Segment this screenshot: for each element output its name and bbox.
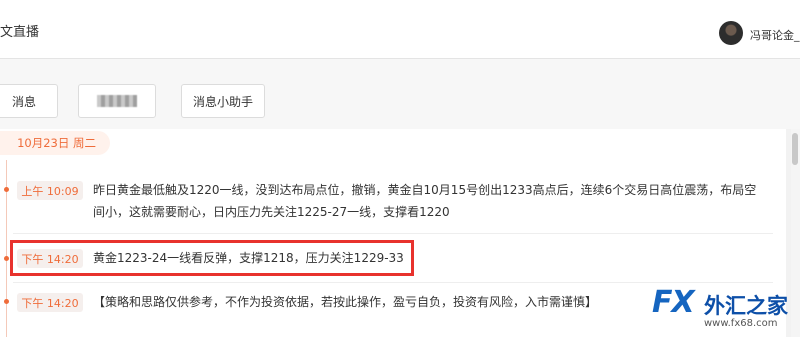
- tab-message-assistant[interactable]: 消息小助手: [181, 84, 265, 118]
- highlight-box: [10, 240, 414, 276]
- username-link[interactable]: 冯哥论金_: [750, 27, 800, 43]
- feed-message: 昨日黄金最低触及1220一线，没到达布局点位，撤销，黄金自10月15号创出123…: [93, 183, 757, 219]
- watermark-name: 外汇之家: [704, 294, 788, 318]
- date-label: 10月23日 周二: [17, 136, 96, 150]
- timeline-dot: [4, 299, 9, 304]
- entry-divider: [13, 282, 773, 283]
- watermark-url: www.fx68.com: [704, 318, 778, 329]
- timeline-dot: [4, 256, 9, 261]
- tab-blurred[interactable]: [78, 84, 156, 118]
- scrollbar-thumb[interactable]: [792, 133, 798, 165]
- page-title: 文直播: [0, 25, 40, 40]
- top-header: [0, 0, 800, 58]
- timeline-dot: [4, 187, 9, 192]
- blurred-label: [97, 95, 137, 107]
- time-badge: 上午 10:09: [17, 181, 83, 200]
- watermark-fx: FX: [652, 285, 695, 320]
- watermark-logo: FX 外汇之家 www.fx68.com: [652, 285, 798, 334]
- user-avatar[interactable]: [719, 21, 743, 45]
- date-badge: 10月23日 周二: [0, 131, 110, 155]
- tab-messages[interactable]: 消息: [0, 84, 58, 118]
- entry-divider: [13, 233, 773, 234]
- time-badge: 下午 14:20: [17, 293, 83, 312]
